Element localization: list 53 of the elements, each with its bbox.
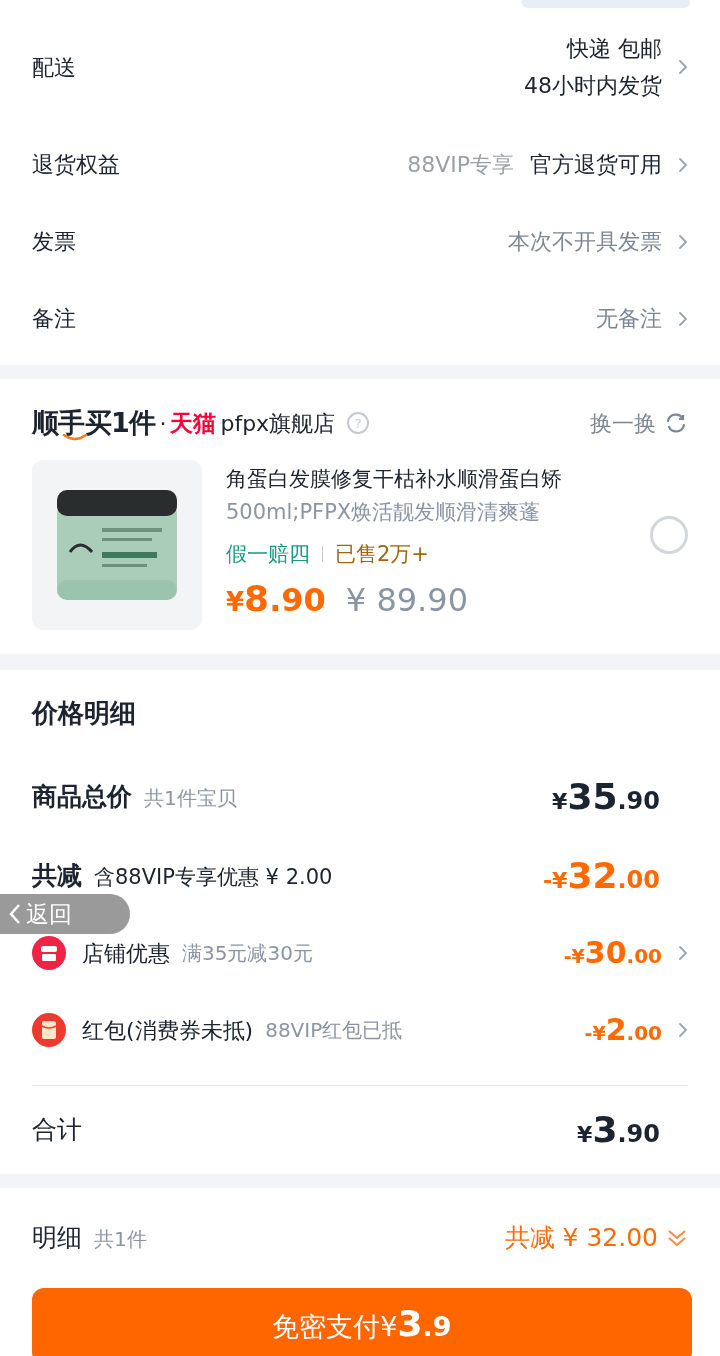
price-label: 商品总价 <box>32 780 132 813</box>
chevron-right-icon <box>678 233 688 250</box>
chevron-right-icon <box>678 945 688 961</box>
discount-label: 红包(消费券未抵) <box>82 1016 254 1045</box>
vip-tag: 88VIP专享 <box>407 148 514 181</box>
total-price: ¥35.90 <box>552 775 660 819</box>
original-price: ¥ 89.90 <box>345 580 468 621</box>
chevron-right-icon <box>678 310 688 327</box>
price-label: 共减 <box>32 859 82 892</box>
discount-label: 店铺优惠 <box>82 939 170 968</box>
refresh-icon <box>664 411 688 436</box>
select-radio[interactable] <box>650 516 688 555</box>
detail-label: 明细 <box>32 1221 82 1254</box>
saving-toggle[interactable]: 共减 ¥ 32.00 <box>504 1218 688 1257</box>
price-note: 含88VIP专享优惠 ¥ 2.00 <box>94 863 333 891</box>
delivery-info: 48小时内发货 <box>524 72 662 100</box>
row-label: 退货权益 <box>32 151 120 179</box>
envelope-icon <box>32 1013 66 1047</box>
price-label: 合计 <box>32 1113 82 1146</box>
discount-amount: -¥2.00 <box>584 1011 662 1049</box>
guarantee-label: 假一赔四 <box>226 540 310 568</box>
row-label: 配送 <box>32 53 76 82</box>
chevron-right-icon <box>678 59 688 75</box>
delivery-info: 快递 包邮 <box>567 35 662 63</box>
chevron-right-icon <box>678 1022 688 1038</box>
back-button[interactable]: 返回 <box>0 894 130 934</box>
product-title: 角蛋白发膜修复干枯补水顺滑蛋白矫 <box>226 465 563 493</box>
help-icon[interactable]: ? <box>347 412 370 435</box>
row-value: 无备注 <box>596 305 662 333</box>
discount-note: 满35元减30元 <box>182 940 313 967</box>
sold-count: 已售2万+ <box>335 540 429 568</box>
row-label: 备注 <box>32 305 76 333</box>
store-icon <box>32 936 66 970</box>
detail-count: 共1件 <box>94 1225 147 1253</box>
row-label: 发票 <box>32 228 76 256</box>
discount-note: 88VIP红包已抵 <box>265 1017 403 1044</box>
swap-button[interactable]: 换一换 <box>590 406 688 440</box>
store-name: pfpx旗舰店 <box>220 409 336 438</box>
discount-amount: -¥30.00 <box>563 934 662 972</box>
price-note: 共1件宝贝 <box>144 784 237 812</box>
separator-dot: · <box>159 409 167 438</box>
logo-text: 顺手买1件 <box>32 403 156 444</box>
section-title: 价格明细 <box>32 696 137 730</box>
product-spec: 500ml;PFPX焕活靓发顺滑清爽蓬 <box>226 499 542 526</box>
row-value: 官方退货可用 <box>530 151 662 179</box>
chevron-left-icon <box>8 903 22 925</box>
discount-price: -¥32.00 <box>542 854 660 898</box>
chevron-right-icon <box>678 156 688 173</box>
pay-button[interactable]: 免密支付¥3.9 <box>32 1287 692 1356</box>
sum-price: ¥3.90 <box>577 1108 660 1152</box>
sale-price: ¥8.90 <box>226 577 326 621</box>
row-value: 本次不开具发票 <box>508 228 662 256</box>
mall-name: 天猫 <box>170 409 217 438</box>
